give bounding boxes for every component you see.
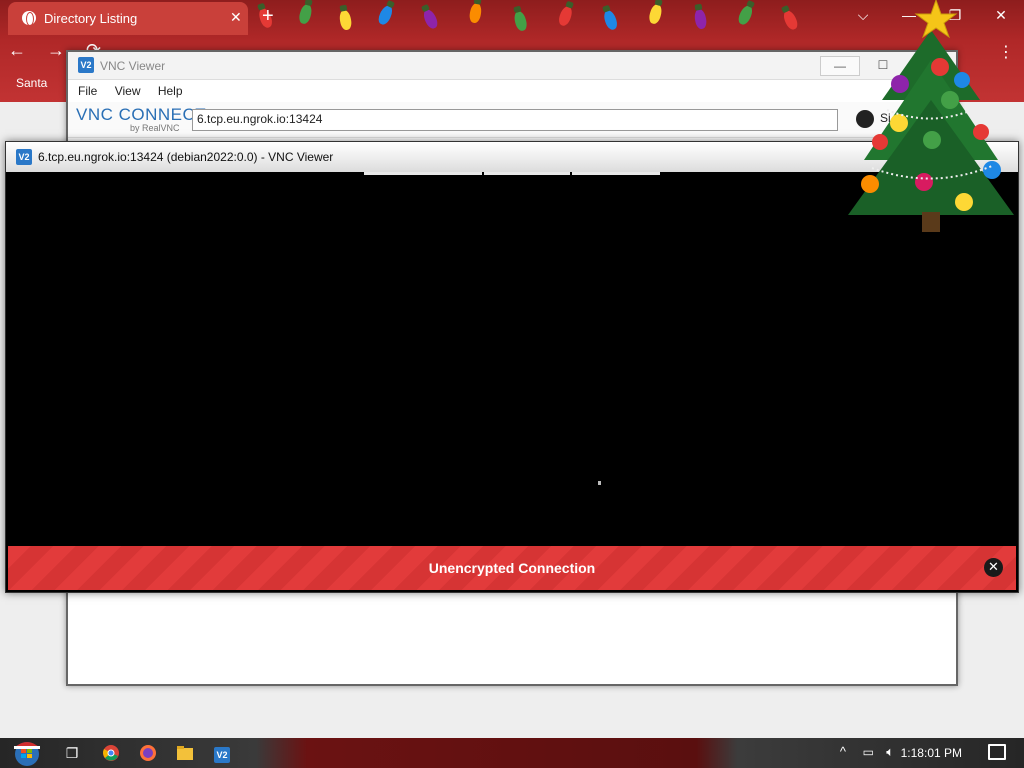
task-view-icon[interactable]: ❐: [60, 741, 84, 765]
ornament-icon: [983, 161, 1001, 179]
light-bulb: [647, 2, 664, 26]
folder-icon: [177, 746, 193, 760]
vnc-logo-icon: V2: [78, 57, 94, 73]
menu-view[interactable]: View: [115, 84, 141, 98]
christmas-lights-decoration: [240, 0, 840, 36]
ornament-icon: [872, 134, 888, 150]
network-icon[interactable]: ▭: [863, 745, 874, 759]
vnc-logo-icon: V2: [16, 149, 32, 165]
banner-text: Unencrypted Connection: [428, 560, 596, 576]
show-hidden-icons-button[interactable]: ^: [840, 744, 846, 759]
windows-logo-pane: [27, 749, 32, 753]
star-icon: [914, 0, 958, 39]
windows-logo-pane: [21, 749, 26, 753]
light-bulb: [736, 3, 755, 27]
windows-logo-pane: [21, 754, 26, 758]
windows-logo-pane: [27, 754, 32, 758]
menu-bar: File View Help: [68, 80, 956, 102]
ornament-icon: [931, 58, 949, 76]
vnc-toolbar: VNC CONNECT by RealVNC 6.tcp.eu.ngrok.io…: [68, 102, 956, 138]
vnc-logo-icon: V2: [214, 747, 230, 763]
light-bulb: [556, 4, 575, 28]
globe-icon: [22, 11, 36, 26]
vnc-connect-byline: by RealVNC: [130, 123, 180, 133]
volume-icon[interactable]: 🔈︎: [886, 744, 894, 760]
light-bulb: [468, 2, 483, 24]
firefox-taskbar-icon[interactable]: [136, 741, 160, 765]
tab-close-icon[interactable]: ✕: [230, 9, 242, 26]
back-arrow-icon[interactable]: ←: [8, 40, 26, 60]
remote-toolbar-segment[interactable]: [572, 172, 660, 175]
menu-file[interactable]: File: [78, 84, 97, 98]
clock[interactable]: 1:18:01 PM: [901, 746, 962, 760]
light-bulb: [421, 7, 440, 31]
notifications-icon[interactable]: [988, 744, 1006, 760]
taskbar: ❐ V2 ^ ▭ 🔈︎ 1:18:01 PM: [0, 738, 1024, 768]
light-bulb: [376, 3, 395, 27]
ornament-icon: [941, 91, 959, 109]
light-bulb: [512, 9, 529, 33]
address-input[interactable]: 6.tcp.eu.ngrok.io:13424: [192, 109, 838, 131]
file-explorer-taskbar-icon[interactable]: [173, 741, 197, 765]
bookmark-item[interactable]: Santa: [16, 76, 47, 90]
ornament-icon: [890, 114, 908, 132]
light-bulb: [297, 2, 314, 26]
light-bulb: [601, 8, 620, 32]
cursor-icon: [598, 481, 601, 485]
ornament-icon: [923, 131, 941, 149]
light-bulb: [693, 8, 708, 30]
window-title: VNC Viewer: [100, 59, 166, 73]
ornament-icon: [973, 124, 989, 140]
remote-toolbar-segment[interactable]: [364, 172, 482, 175]
light-bulb: [781, 8, 800, 32]
vnc-taskbar-icon[interactable]: V2: [210, 741, 234, 765]
tree-trunk: [922, 212, 940, 232]
santa-hat-brim: [14, 746, 40, 749]
christmas-tree-decoration: [848, 0, 1014, 232]
unencrypted-warning-banner: Unencrypted Connection ✕: [8, 546, 1016, 590]
new-tab-button[interactable]: +: [262, 5, 274, 28]
forward-arrow-icon[interactable]: →: [47, 40, 65, 60]
ornament-icon: [955, 193, 973, 211]
tab-title: Directory Listing: [44, 11, 138, 26]
start-button[interactable]: [8, 740, 46, 766]
chrome-taskbar-icon[interactable]: [99, 741, 123, 765]
ornament-icon: [891, 75, 909, 93]
banner-close-button[interactable]: ✕: [984, 558, 1003, 577]
tab-directory-listing[interactable]: Directory Listing ✕: [8, 2, 248, 35]
remote-toolbar-segment[interactable]: [484, 172, 570, 175]
light-bulb: [338, 9, 353, 31]
ornament-icon: [861, 175, 879, 193]
session-title: 6.tcp.eu.ngrok.io:13424 (debian2022:0.0)…: [38, 150, 334, 164]
ornament-icon: [915, 173, 933, 191]
ornament-icon: [954, 72, 970, 88]
chrome-icon: [103, 745, 119, 761]
vnc-viewer-titlebar: V2 VNC Viewer — ☐: [68, 52, 956, 80]
firefox-icon: [140, 745, 156, 761]
menu-help[interactable]: Help: [158, 84, 183, 98]
vnc-connect-logo: VNC CONNECT: [76, 105, 207, 124]
